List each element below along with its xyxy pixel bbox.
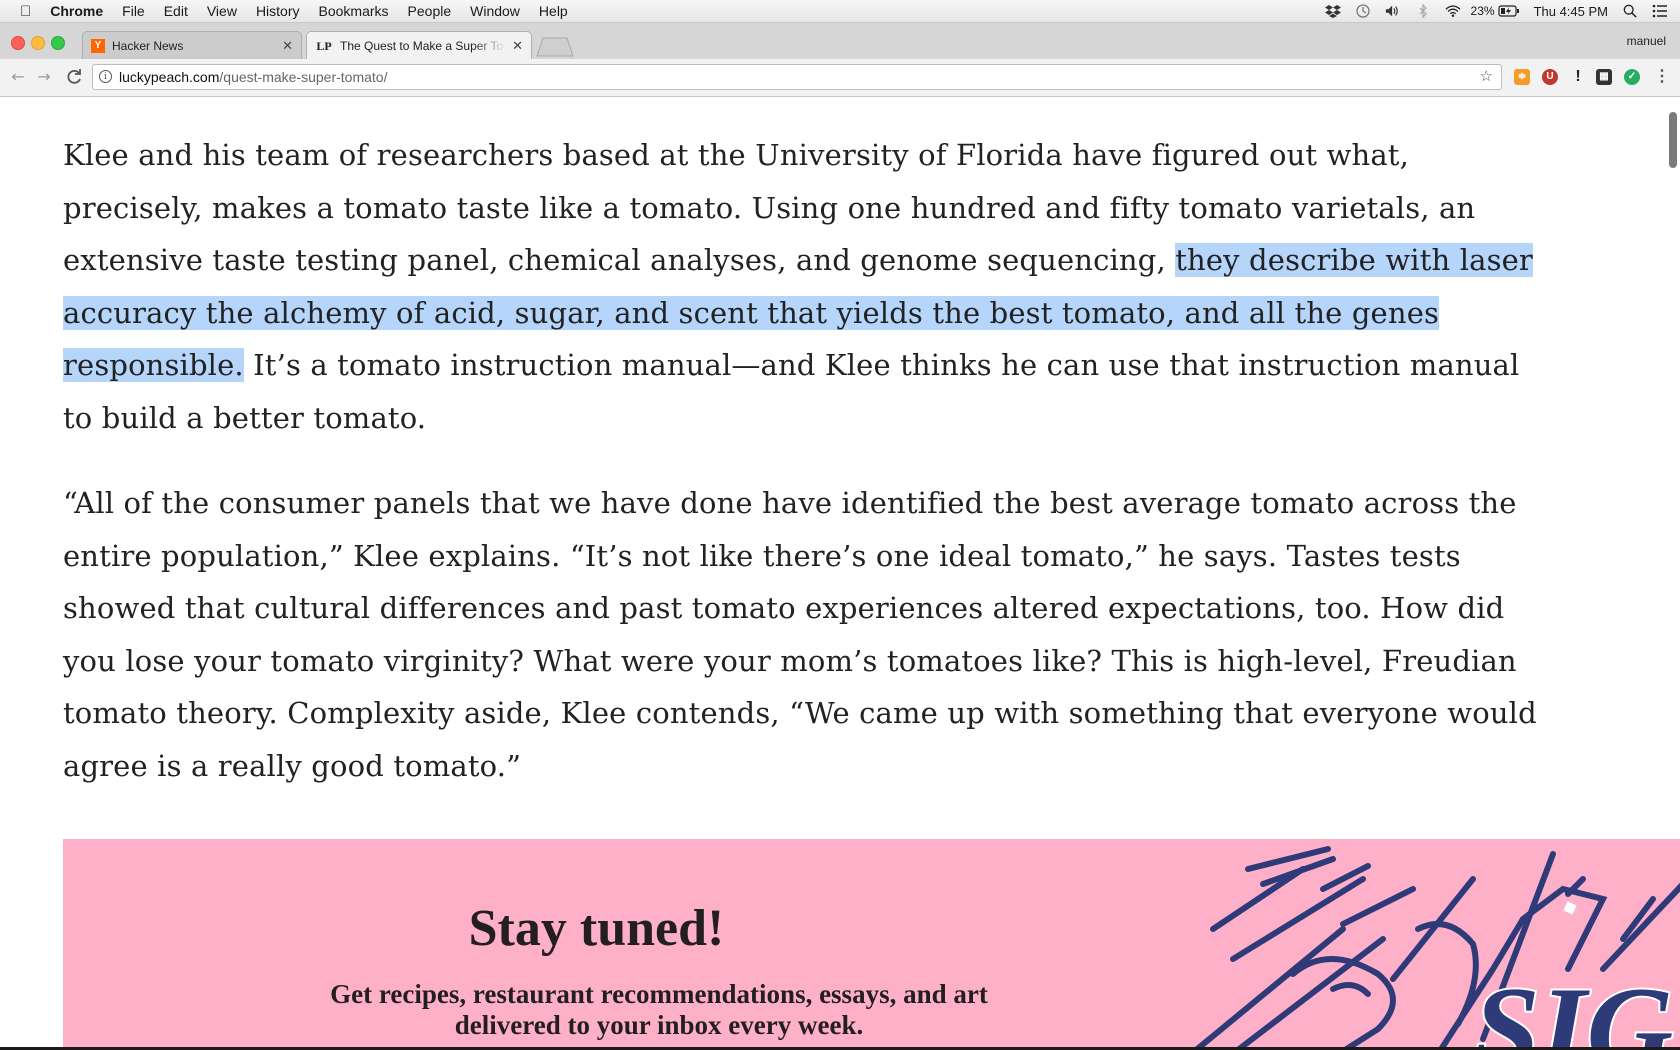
menu-history[interactable]: History xyxy=(256,3,300,19)
page-scrollbar-thumb[interactable] xyxy=(1669,112,1677,168)
macos-menu-bar:  Chrome File Edit View History Bookmark… xyxy=(0,0,1680,23)
newsletter-subheading: Get recipes, restaurant recommendations,… xyxy=(323,979,995,1041)
url-text[interactable]: luckypeach.com/quest-make-super-tomato/ xyxy=(119,65,387,89)
window-minimize-button[interactable] xyxy=(31,36,45,50)
bookmark-star-icon[interactable]: ☆ xyxy=(1480,65,1493,89)
new-tab-button[interactable] xyxy=(536,37,574,57)
tab-title: The Quest to Make a Super To xyxy=(340,39,504,53)
chrome-menu-icon[interactable]: ⋮ xyxy=(1654,69,1670,85)
extension-rss-icon[interactable]: ≑ xyxy=(1514,69,1530,85)
newsletter-subheading-line-2: delivered to your inbox every week. xyxy=(454,1010,864,1040)
battery-percent[interactable]: 23% xyxy=(1471,4,1495,18)
extension-alert-icon[interactable]: ! xyxy=(1570,69,1586,85)
menu-view[interactable]: View xyxy=(207,3,237,19)
bluetooth-icon[interactable] xyxy=(1415,4,1431,18)
spotlight-icon[interactable] xyxy=(1622,4,1638,18)
time-machine-icon[interactable] xyxy=(1355,4,1371,18)
newsletter-art-text: SIG xyxy=(1473,962,1673,1047)
newsletter-illustration: SIG xyxy=(1194,846,1680,1047)
menu-window[interactable]: Window xyxy=(470,3,520,19)
tab-close-icon[interactable]: ✕ xyxy=(282,38,293,54)
menu-clock[interactable]: Thu 4:45 PM xyxy=(1534,4,1608,19)
hacker-news-favicon-icon: Y xyxy=(91,38,105,53)
menu-help[interactable]: Help xyxy=(539,3,568,19)
url-host: luckypeach.com xyxy=(119,69,220,85)
profile-name[interactable]: manuel xyxy=(1627,34,1666,48)
page-content: Klee and his team of researchers based a… xyxy=(0,97,1680,1047)
apple-icon[interactable]:  xyxy=(20,3,31,20)
article-paragraph-2: “All of the consumer panels that we have… xyxy=(63,477,1543,793)
extension-ublock-icon[interactable]: U xyxy=(1542,69,1558,85)
back-arrow-icon[interactable]: ← xyxy=(8,67,28,87)
menu-edit[interactable]: Edit xyxy=(164,3,188,19)
menu-file[interactable]: File xyxy=(122,3,145,19)
window-zoom-button[interactable] xyxy=(51,36,65,50)
notification-center-icon[interactable] xyxy=(1652,4,1668,18)
battery-icon[interactable] xyxy=(1497,4,1520,18)
newsletter-heading: Stay tuned! xyxy=(468,900,725,957)
paragraph-text: It’s a tomato instruction manual—and Kle… xyxy=(63,348,1520,435)
paragraph-text: “All of the consumer panels that we have… xyxy=(63,486,1537,783)
tab-close-icon[interactable]: ✕ xyxy=(512,38,523,54)
window-close-button[interactable] xyxy=(11,36,25,50)
dropbox-icon[interactable] xyxy=(1324,4,1341,18)
extension-shield-icon[interactable]: ✓ xyxy=(1624,69,1640,85)
tab-strip: Y Hacker News ✕ LP The Quest to Make a S… xyxy=(0,23,1680,60)
tab-hacker-news[interactable]: Y Hacker News ✕ xyxy=(82,31,302,59)
lucky-peach-favicon-icon: LP xyxy=(316,38,332,53)
site-info-icon[interactable]: i xyxy=(99,70,112,83)
url-path: /quest-make-super-tomato/ xyxy=(219,69,388,85)
tab-quest-super-tomato[interactable]: LP The Quest to Make a Super To ✕ xyxy=(306,31,532,60)
article-paragraph-1: Klee and his team of researchers based a… xyxy=(63,129,1543,445)
address-bar[interactable]: i luckypeach.com/quest-make-super-tomato… xyxy=(92,64,1502,90)
browser-toolbar: ← → i luckypeach.com/quest-make-super-to… xyxy=(0,59,1680,97)
extension-tabs-icon[interactable]: ▦ xyxy=(1596,69,1612,85)
volume-icon[interactable] xyxy=(1385,4,1401,18)
menu-app-name[interactable]: Chrome xyxy=(50,3,103,19)
newsletter-subheading-line-1: Get recipes, restaurant recommendations,… xyxy=(330,979,988,1009)
tab-title: Hacker News xyxy=(112,38,184,53)
reload-icon[interactable] xyxy=(64,67,84,87)
menu-bookmarks[interactable]: Bookmarks xyxy=(319,3,389,19)
menu-people[interactable]: People xyxy=(408,3,452,19)
forward-arrow-icon[interactable]: → xyxy=(34,67,54,87)
newsletter-signup-banner: Stay tuned! Get recipes, restaurant reco… xyxy=(63,839,1680,1047)
wifi-icon[interactable] xyxy=(1444,4,1461,18)
